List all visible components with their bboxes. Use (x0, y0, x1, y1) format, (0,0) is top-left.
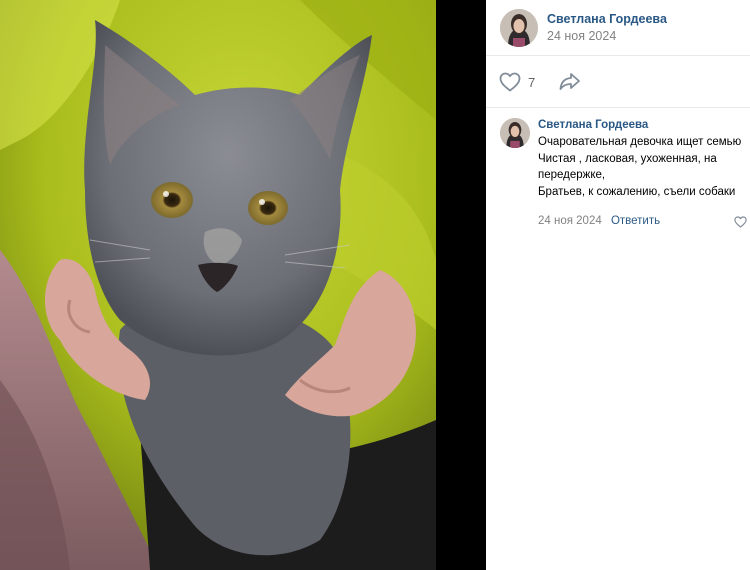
viewer-margin (436, 0, 486, 570)
heart-outline-icon (734, 216, 747, 228)
heart-outline-icon (499, 72, 521, 92)
comment-date[interactable]: 24 ноя 2024 (538, 215, 602, 227)
comment-meta: 24 ноя 2024 Ответить (538, 215, 660, 227)
post-photo[interactable] (0, 0, 436, 570)
post-header: Светлана Гордеева 24 ноя 2024 (486, 0, 750, 56)
commenter-avatar[interactable] (500, 118, 530, 148)
comment-text: Очаровательная девочка ищет семью Чистая… (538, 134, 748, 200)
like-button[interactable]: 7 (499, 71, 535, 93)
comment-line: Братьев, к сожалению, съели собаки (538, 185, 736, 198)
share-arrow-icon (558, 70, 582, 92)
post-side-panel: Светлана Гордеева 24 ноя 2024 7 Светлана… (486, 0, 750, 570)
kitten-photo-image (0, 0, 436, 570)
comment-line: Чистая , ласковая, ухоженная, на передер… (538, 152, 717, 182)
author-avatar[interactable] (500, 9, 538, 47)
post-date[interactable]: 24 ноя 2024 (547, 29, 616, 43)
comment-author-link[interactable]: Светлана Гордеева (538, 119, 648, 131)
comment-like-button[interactable] (734, 216, 747, 228)
share-button[interactable] (558, 70, 582, 92)
post-actions-bar: 7 (486, 56, 750, 108)
like-count: 7 (528, 74, 536, 90)
author-name-link[interactable]: Светлана Гордеева (547, 12, 667, 26)
reply-button[interactable]: Ответить (611, 215, 660, 227)
photo-viewer (0, 0, 486, 570)
comment-line: Очаровательная девочка ищет семью (538, 136, 742, 148)
